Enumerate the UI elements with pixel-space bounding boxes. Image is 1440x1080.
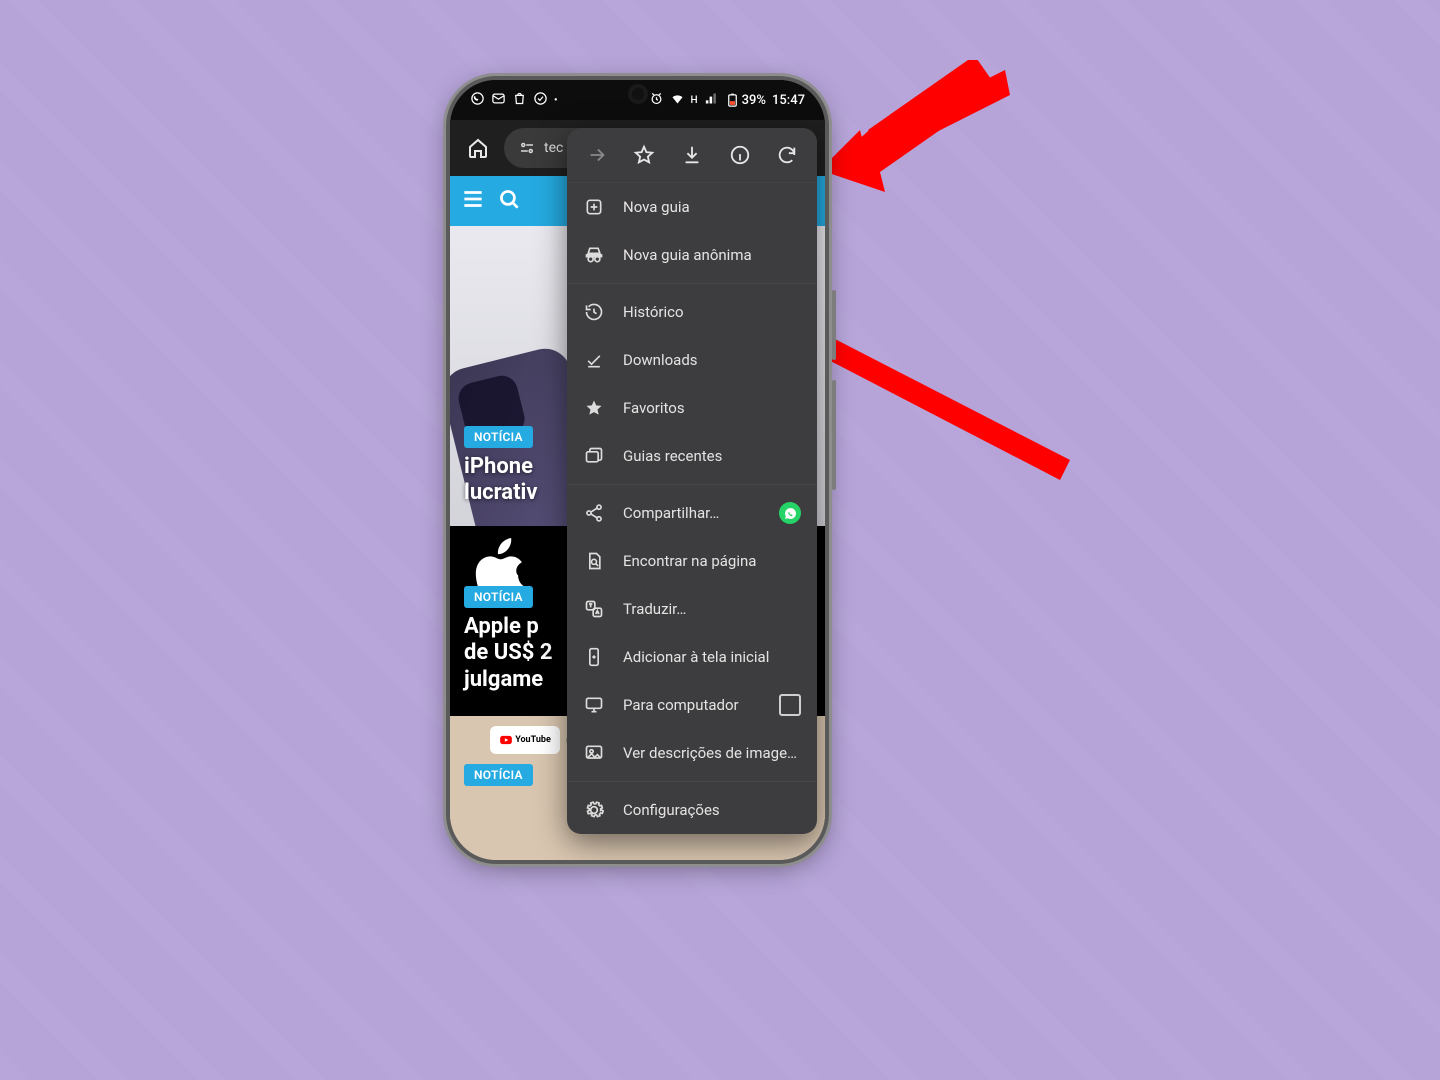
- menu-item-label: Para computador: [623, 696, 761, 714]
- menu-item-label: Encontrar na página: [623, 552, 801, 570]
- menu-item-label: Ver descrições de image…: [623, 744, 801, 762]
- battery-pct: 39%: [742, 93, 766, 108]
- incognito-icon: [583, 245, 605, 265]
- whatsapp-status-icon: [470, 91, 485, 110]
- home-button[interactable]: [460, 130, 496, 166]
- download-button[interactable]: [673, 136, 711, 174]
- menu-separator: [567, 781, 817, 782]
- download-done-icon: [583, 350, 605, 370]
- menu-item-find-in-page[interactable]: Encontrar na página: [567, 537, 817, 585]
- menu-item-translate[interactable]: Traduzir…: [567, 585, 817, 633]
- menu-item-label: Nova guia: [623, 198, 801, 216]
- article-headline: Apple pde US$ 2julgame: [464, 614, 553, 693]
- clock: 15:47: [772, 93, 805, 108]
- wifi-status-icon: [670, 91, 685, 110]
- menu-item-label: Adicionar à tela inicial: [623, 648, 801, 666]
- gear-icon: [583, 800, 605, 820]
- chrome-overflow-menu: Nova guia Nova guia anônima Histórico Do…: [567, 128, 817, 834]
- menu-item-label: Favoritos: [623, 399, 801, 417]
- menu-item-recent-tabs[interactable]: Guias recentes: [567, 432, 817, 480]
- phone-frame: • H 39% 15:47: [450, 80, 825, 860]
- youtube-label: YouTube: [515, 735, 551, 745]
- menu-item-history[interactable]: Histórico: [567, 288, 817, 336]
- translate-icon: [583, 599, 605, 619]
- menu-item-label: Compartilhar…: [623, 504, 761, 522]
- menu-separator: [567, 484, 817, 485]
- menu-item-label: Configurações: [623, 801, 801, 819]
- desktop-site-checkbox[interactable]: [779, 694, 801, 716]
- plus-box-icon: [583, 197, 605, 217]
- menu-item-settings[interactable]: Configurações: [567, 786, 817, 834]
- alarm-status-icon: [649, 91, 664, 110]
- menu-item-label: Traduzir…: [623, 600, 801, 618]
- site-settings-icon: [518, 139, 536, 157]
- menu-item-incognito-tab[interactable]: Nova guia anônima: [567, 231, 817, 279]
- reload-button[interactable]: [768, 136, 806, 174]
- illustration-background: • H 39% 15:47: [0, 0, 1440, 1080]
- menu-item-label: Histórico: [623, 303, 801, 321]
- whatsapp-share-icon: [779, 502, 801, 524]
- check-status-icon: [533, 91, 548, 110]
- recent-tabs-icon: [583, 446, 605, 466]
- menu-item-image-descriptions[interactable]: Ver descrições de image…: [567, 729, 817, 777]
- android-status-bar: • H 39% 15:47: [450, 80, 825, 120]
- add-to-home-icon: [583, 647, 605, 667]
- star-fill-icon: [583, 398, 605, 418]
- search-icon[interactable]: [496, 186, 522, 216]
- address-bar-text: tec: [544, 140, 563, 156]
- mail-status-icon: [491, 91, 506, 110]
- category-badge: NOTÍCIA: [464, 764, 533, 786]
- hamburger-icon[interactable]: [460, 186, 486, 216]
- signal-status-icon: [704, 91, 719, 110]
- menu-item-share[interactable]: Compartilhar…: [567, 489, 817, 537]
- find-in-page-icon: [583, 551, 605, 571]
- image-descriptions-icon: [583, 743, 605, 763]
- network-type: H: [691, 95, 698, 106]
- phone-side-button-2: [832, 380, 836, 490]
- bookmark-star-button[interactable]: [625, 136, 663, 174]
- battery-status: 39%: [725, 93, 766, 108]
- history-icon: [583, 302, 605, 322]
- phone-screen: • H 39% 15:47: [450, 80, 825, 860]
- menu-item-desktop-site[interactable]: Para computador: [567, 681, 817, 729]
- menu-item-label: Guias recentes: [623, 447, 801, 465]
- menu-item-downloads[interactable]: Downloads: [567, 336, 817, 384]
- menu-action-row: [567, 128, 817, 183]
- share-icon: [583, 503, 605, 523]
- category-badge: NOTÍCIA: [464, 426, 533, 448]
- menu-item-label: Downloads: [623, 351, 801, 369]
- page-info-button[interactable]: [721, 136, 759, 174]
- youtube-pill: YouTube: [490, 726, 560, 754]
- category-badge: NOTÍCIA: [464, 586, 533, 608]
- menu-item-new-tab[interactable]: Nova guia: [567, 183, 817, 231]
- article-headline: iPhonelucrativ: [464, 454, 538, 507]
- menu-item-label: Nova guia anônima: [623, 246, 801, 264]
- forward-button[interactable]: [578, 136, 616, 174]
- menu-item-add-to-home[interactable]: Adicionar à tela inicial: [567, 633, 817, 681]
- desktop-icon: [583, 695, 605, 715]
- menu-separator: [567, 283, 817, 284]
- shopping-status-icon: [512, 91, 527, 110]
- menu-item-bookmarks[interactable]: Favoritos: [567, 384, 817, 432]
- phone-side-button: [832, 290, 836, 360]
